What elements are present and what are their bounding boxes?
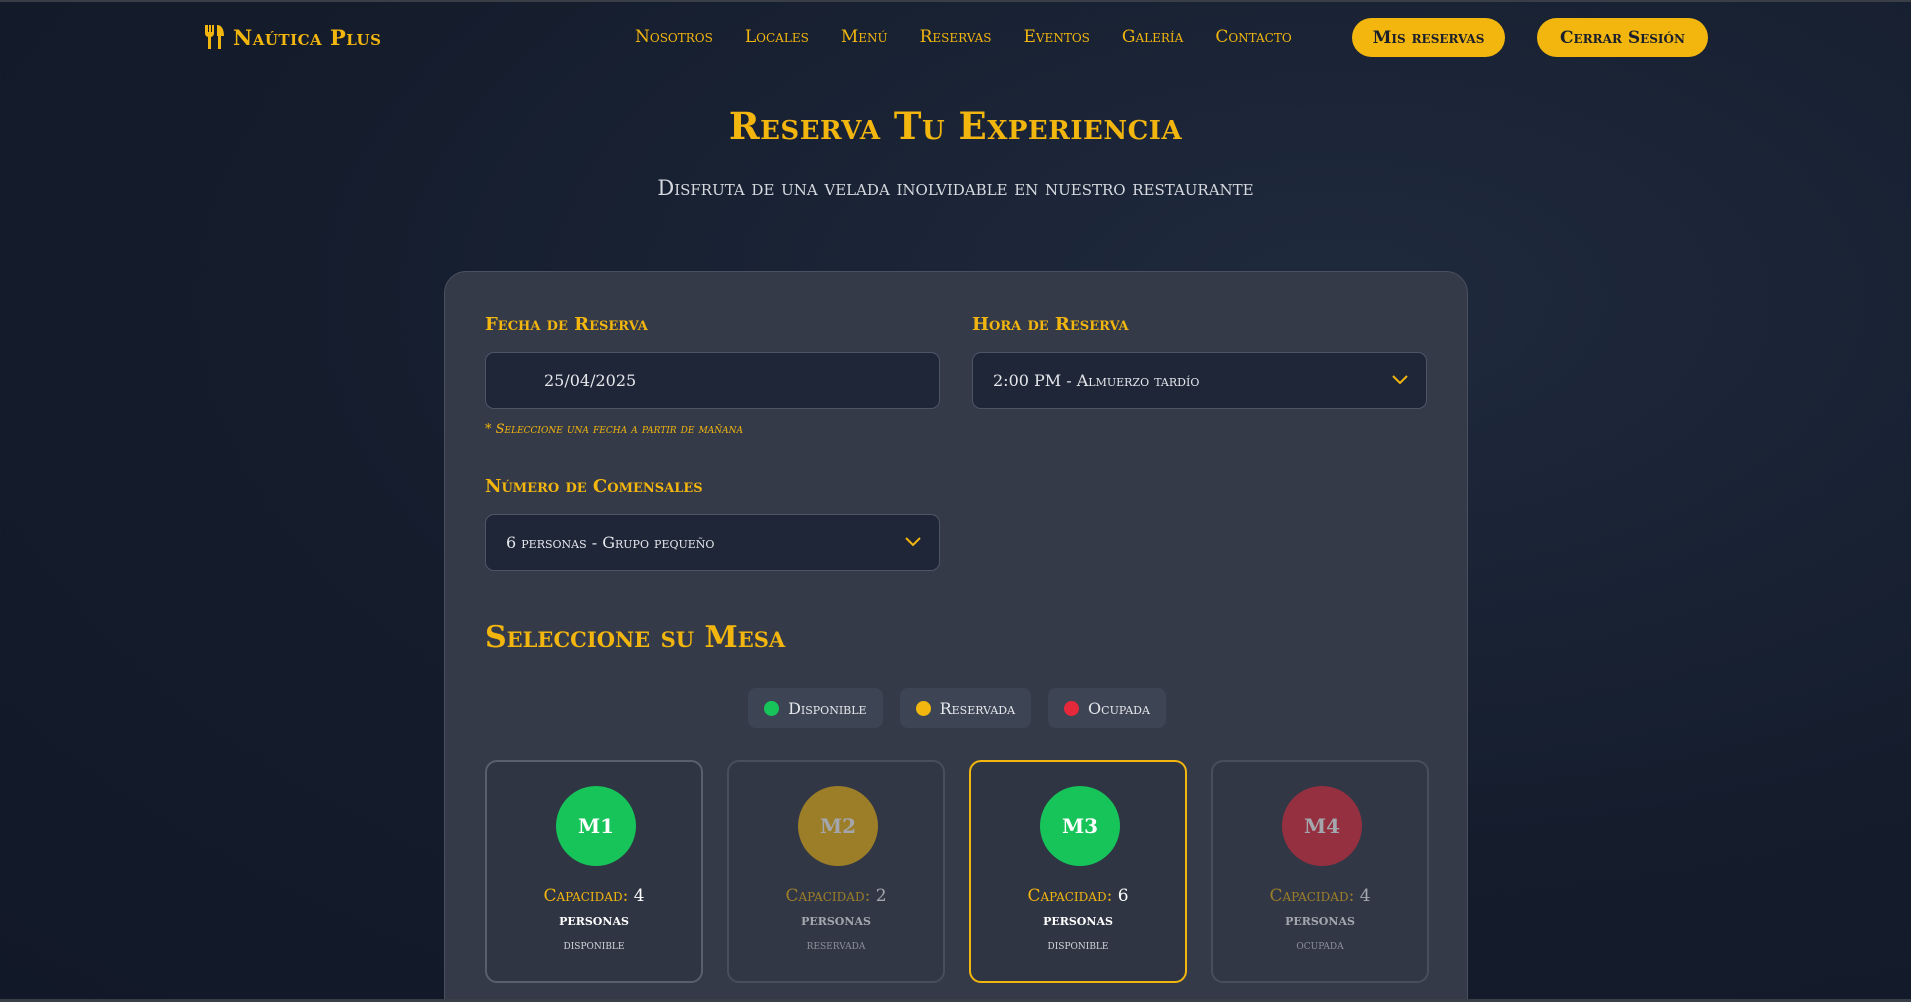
nav-links: Nosotros Locales Menú Reservas Eventos G…	[635, 27, 1292, 47]
legend-reservada: Reservada	[899, 688, 1032, 728]
legend-disponible: Disponible	[748, 688, 883, 728]
navbar: Naútica Plus Nosotros Locales Menú Reser…	[0, 18, 1911, 58]
brand-logo[interactable]: Naútica Plus	[203, 24, 381, 50]
hora-value: 2:00 PM - Almuerzo tardío	[993, 371, 1200, 390]
fecha-value: 25/04/2025	[544, 371, 637, 390]
table-status: disponible	[563, 938, 625, 953]
capacity-label: Capacidad:	[543, 886, 629, 906]
hora-label: Hora de Reserva	[972, 314, 1129, 335]
green-dot-icon	[764, 700, 780, 716]
hora-select[interactable]: 2:00 PM - Almuerzo tardío	[972, 352, 1427, 409]
mis-reservas-button[interactable]: Mis reservas	[1352, 18, 1505, 57]
tables-grid: M1 Capacidad: 4 personas disponible M2 C…	[485, 760, 1429, 983]
chevron-down-icon	[905, 537, 921, 547]
nav-link-locales[interactable]: Locales	[745, 27, 809, 47]
fecha-hint: * Seleccione una fecha a partir de mañan…	[485, 422, 744, 437]
table-capacity: Capacidad: 4	[1213, 886, 1427, 906]
legend-label: Reservada	[939, 698, 1016, 718]
nav-link-reservas[interactable]: Reservas	[920, 27, 992, 47]
table-status: ocupada	[1296, 938, 1344, 953]
table-id-badge: M2	[798, 786, 878, 866]
nav-link-menu[interactable]: Menú	[841, 27, 888, 47]
table-capacity: Capacidad: 2	[729, 886, 943, 906]
red-dot-icon	[1064, 700, 1080, 716]
capacity-value: 4	[1359, 886, 1371, 906]
capacity-unit: personas	[1043, 910, 1113, 929]
capacity-unit: personas	[801, 910, 871, 929]
table-capacity: Capacidad: 4	[487, 886, 701, 906]
capacity-label: Capacidad:	[1269, 886, 1355, 906]
capacity-value: 6	[1117, 886, 1129, 906]
page-title: Reserva Tu Experiencia	[728, 104, 1183, 148]
nav-link-nosotros[interactable]: Nosotros	[635, 27, 713, 47]
nav-link-contacto[interactable]: Contacto	[1215, 27, 1291, 47]
table-card-m3[interactable]: M3 Capacidad: 6 personas disponible	[969, 760, 1187, 983]
capacity-unit: personas	[1285, 910, 1355, 929]
fecha-input[interactable]: 25/04/2025	[485, 352, 940, 409]
status-legend: Disponible Reservada Ocupada	[445, 688, 1469, 728]
table-status: reservada	[806, 938, 866, 953]
table-card-m2[interactable]: M2 Capacidad: 2 personas reservada	[727, 760, 945, 983]
cerrar-sesion-button[interactable]: Cerrar Sesión	[1537, 18, 1708, 57]
comensales-value: 6 personas - Grupo pequeño	[506, 533, 715, 552]
table-card-m1[interactable]: M1 Capacidad: 4 personas disponible	[485, 760, 703, 983]
page-subtitle: Disfruta de una velada inolvidable en nu…	[657, 176, 1254, 200]
top-border	[0, 0, 1911, 2]
mesas-title: Seleccione su Mesa	[485, 620, 786, 655]
table-id-badge: M3	[1040, 786, 1120, 866]
chevron-down-icon	[1392, 375, 1408, 385]
capacity-label: Capacidad:	[785, 886, 871, 906]
nav-link-eventos[interactable]: Eventos	[1023, 27, 1089, 47]
capacity-value: 4	[633, 886, 645, 906]
reservation-card: Fecha de Reserva 25/04/2025 * Seleccione…	[444, 271, 1468, 1002]
comensales-label: Número de Comensales	[485, 476, 703, 497]
legend-label: Disponible	[788, 698, 867, 718]
capacity-label: Capacidad:	[1027, 886, 1113, 906]
utensils-icon	[204, 25, 224, 49]
nav-link-galeria[interactable]: Galería	[1122, 27, 1183, 47]
capacity-value: 2	[875, 886, 887, 906]
legend-label: Ocupada	[1088, 698, 1150, 718]
table-card-m4[interactable]: M4 Capacidad: 4 personas ocupada	[1211, 760, 1429, 983]
fecha-label: Fecha de Reserva	[485, 314, 648, 335]
table-id-badge: M4	[1282, 786, 1362, 866]
table-capacity: Capacidad: 6	[971, 886, 1185, 906]
comensales-select[interactable]: 6 personas - Grupo pequeño	[485, 514, 940, 571]
brand-name: Naútica Plus	[233, 24, 382, 50]
legend-ocupada: Ocupada	[1048, 688, 1166, 728]
capacity-unit: personas	[559, 910, 629, 929]
table-status: disponible	[1047, 938, 1109, 953]
table-id-badge: M1	[556, 786, 636, 866]
yellow-dot-icon	[915, 700, 931, 716]
